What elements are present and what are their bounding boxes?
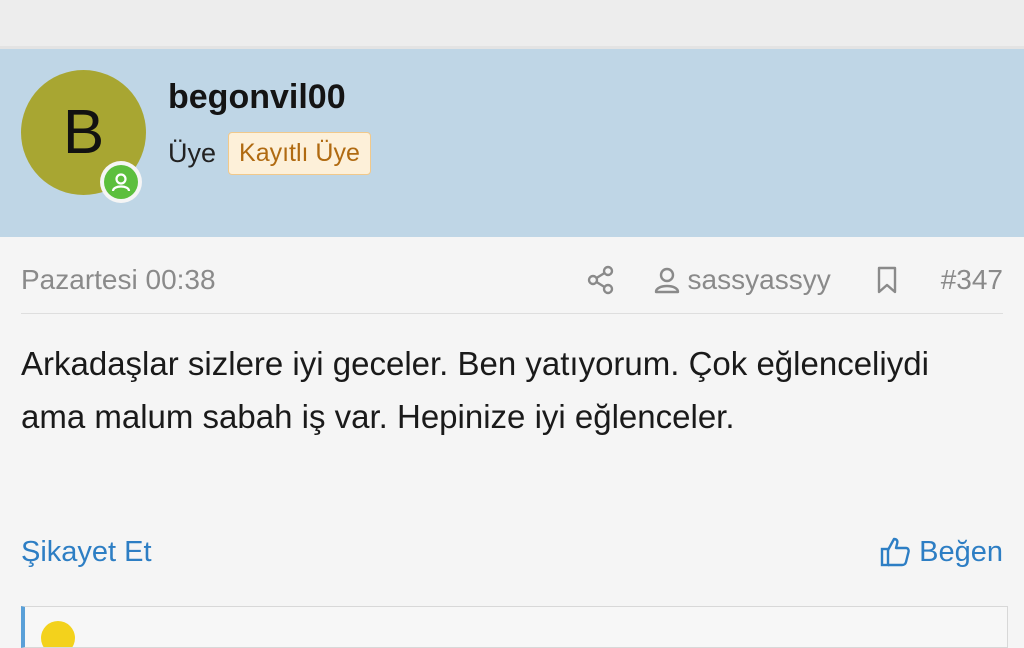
like-button[interactable]: Beğen	[879, 535, 1003, 569]
user-role: Üye	[168, 137, 217, 168]
author-mention-label: sassyassyy	[687, 264, 831, 295]
username[interactable]: begonvil00	[168, 78, 346, 117]
post-number[interactable]: #347	[941, 264, 1003, 296]
online-status-badge	[100, 161, 142, 203]
author-mention[interactable]: sassyassyy	[652, 264, 831, 296]
online-user-icon	[104, 165, 138, 199]
meta-divider	[21, 313, 1003, 314]
user-role-line: Üye Kayıtlı Üye	[168, 128, 371, 178]
report-button[interactable]: Şikayet Et	[21, 536, 152, 569]
post-meta-row: Pazartesi 00:38 sassyassyy #347	[21, 256, 1003, 304]
next-post-preview	[21, 606, 1008, 648]
post-body: Arkadaşlar sizlere iyi geceler. Ben yatı…	[21, 345, 929, 435]
top-bar	[0, 0, 1024, 46]
avatar-letter: B	[62, 97, 105, 167]
like-label: Beğen	[919, 535, 1003, 568]
share-icon[interactable]	[586, 265, 616, 295]
post-actions: Şikayet Et Beğen	[21, 528, 1003, 576]
report-label: Şikayet Et	[21, 535, 152, 568]
post-user-header: B begonvil00 Üye Kayıtlı Üye	[0, 49, 1024, 287]
user-icon	[652, 265, 682, 295]
thumbs-up-icon	[879, 535, 913, 569]
reaction-icon	[41, 621, 75, 647]
post-timestamp[interactable]: Pazartesi 00:38	[21, 264, 586, 296]
user-badge: Kayıtlı Üye	[228, 131, 371, 175]
bookmark-icon[interactable]	[873, 265, 901, 295]
